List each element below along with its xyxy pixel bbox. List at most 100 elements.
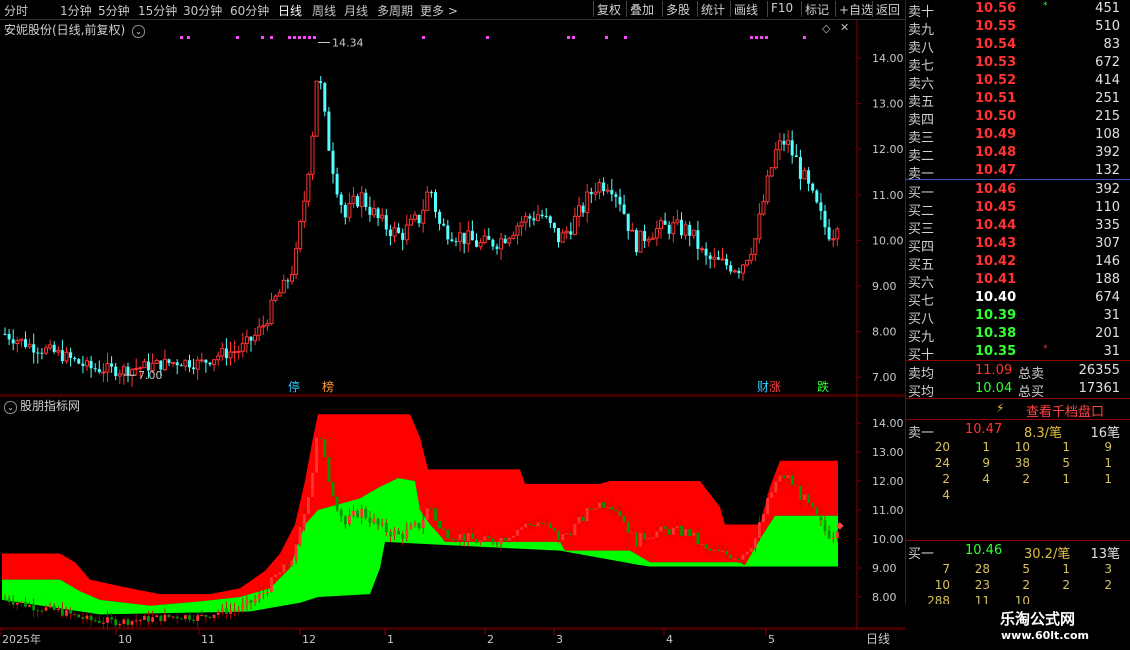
event-label-1[interactable]: 榜 [322,379,334,394]
order-row[interactable]: 买八 10.39 31 [908,307,1130,327]
event-label-0[interactable]: 停 [288,379,300,394]
thousand-cell: 10.46 [965,543,1003,558]
level-price: 10.51 [975,91,1017,106]
event-label-4[interactable]: 跌 [817,379,829,394]
candle-body [359,192,364,207]
order-row[interactable]: 卖八 10.54 83 [908,36,1130,56]
candle-body [438,211,442,224]
period-4[interactable]: 30分钟 [183,2,222,19]
period-7[interactable]: 周线 [312,2,336,19]
order-row[interactable]: 卖六 10.52 414 [908,72,1130,92]
order-row[interactable]: 卖九 10.55 510 [908,18,1130,38]
candle-body [179,365,183,367]
order-row[interactable]: 买十 10.35 * 31 [908,343,1130,363]
period-1[interactable]: 1分钟 [60,2,92,19]
indicator-chart[interactable]: 14.00 13.00 12.00 11.00 10.00 9.00 8.00 ◆ [0,396,905,629]
order-row[interactable]: 买四 10.43 307 [908,235,1130,255]
period-9[interactable]: 多周期 [377,2,413,19]
action-button-5[interactable]: F10 [767,1,793,17]
period-0[interactable]: 分时 [4,2,28,19]
order-row[interactable]: 卖五 10.51 251 [908,90,1130,110]
ind-candle-body [667,529,671,535]
order-row[interactable]: 卖十 10.56 * 451 [908,0,1130,20]
action-button-4[interactable]: 画线 [730,1,758,17]
candle-body [729,265,733,272]
order-row[interactable]: 卖三 10.49 108 [908,126,1130,146]
candle-body [81,363,85,366]
ind-candle-body [237,609,241,611]
ind-candle-body [274,574,277,578]
order-row[interactable]: 卖二 10.48 392 [908,144,1130,164]
action-button-1[interactable]: 叠加 [626,1,654,17]
period-8[interactable]: 月线 [344,2,368,19]
event-label-3[interactable]: 涨 [769,379,781,394]
thousand-qty: 4 [942,488,950,502]
ind-y-tick-2: 12.00 [872,475,904,488]
candle-body [602,182,606,192]
candle-body [351,195,356,205]
candle-body [364,192,368,208]
period-2[interactable]: 5分钟 [98,2,130,19]
level-volume: 251 [1095,91,1120,106]
candle-body [331,150,335,174]
action-button-0[interactable]: 复权 [593,1,621,17]
candle-body [306,173,311,202]
order-row[interactable]: 买六 10.41 188 [908,271,1130,291]
order-row[interactable]: 买一 10.46 392 [908,181,1130,201]
action-button-2[interactable]: 多股 [662,1,690,17]
order-row[interactable]: 卖七 10.53 672 [908,54,1130,74]
candle-body [302,200,307,223]
thousand-row: 24 9 38 5 1 [908,456,1130,472]
order-row[interactable]: 卖一 10.47 132 [908,162,1130,182]
candle-body [741,264,745,274]
candle-body [434,192,437,212]
action-button-8[interactable]: 返回 [872,1,900,17]
ind-candle-body [507,537,511,541]
ind-candle-body [286,564,290,566]
period-5[interactable]: 60分钟 [230,2,269,19]
period-10[interactable]: 更多 > [420,2,458,19]
period-indicator[interactable]: 日线 [866,632,890,646]
action-button-7[interactable]: +自选 [835,1,873,17]
order-row[interactable]: 买二 10.45 110 [908,199,1130,219]
ind-candle-body [495,542,499,545]
action-button-3[interactable]: 统计 [697,1,725,17]
candle-body [597,182,602,193]
event-label-2[interactable]: 财 [757,380,769,394]
candle-body [114,366,118,377]
ind-candle-body [680,525,683,536]
candle-body [130,368,135,376]
signal-dot [755,36,758,39]
candle-body [716,257,720,260]
period-3[interactable]: 15分钟 [138,2,177,19]
ind-candle-body [7,598,11,602]
action-button-6[interactable]: 标记 [801,1,829,17]
thousand-cell: 买一 [908,547,935,562]
thousand-qty: 5 [1022,562,1030,576]
order-row[interactable]: 买九 10.38 201 [908,325,1130,345]
order-row[interactable]: 卖四 10.50 215 [908,108,1130,128]
candle-body [560,232,565,243]
ind-candle-body [712,549,716,551]
level-price: 10.48 [975,145,1017,160]
candle-body [101,371,106,374]
ind-candle-body [3,598,7,600]
ind-candle-body [77,614,81,618]
candle-body [564,230,569,234]
candlestick-chart[interactable]: 14.00 13.00 12.00 11.00 10.00 9.00 8.00 7.00 14.… [0,19,905,396]
order-row[interactable]: 买七 10.40 674 [908,289,1130,309]
thousand-level-button[interactable]: ⚡ 查看千档盘口 [906,398,1130,420]
candle-body [610,190,614,195]
order-row[interactable]: 买五 10.42 146 [908,253,1130,273]
ind-candle-body [335,496,339,510]
ind-candle-body [339,509,343,517]
thousand-qty: 38 [1014,456,1030,470]
candle-body [442,223,446,226]
candle-body [491,239,495,247]
candle-body [675,219,680,224]
period-6[interactable]: 日线 [278,2,302,19]
candle-body [704,248,708,256]
candle-body [737,270,741,274]
ind-candle-body [520,527,523,530]
order-row[interactable]: 买三 10.44 335 [908,217,1130,237]
